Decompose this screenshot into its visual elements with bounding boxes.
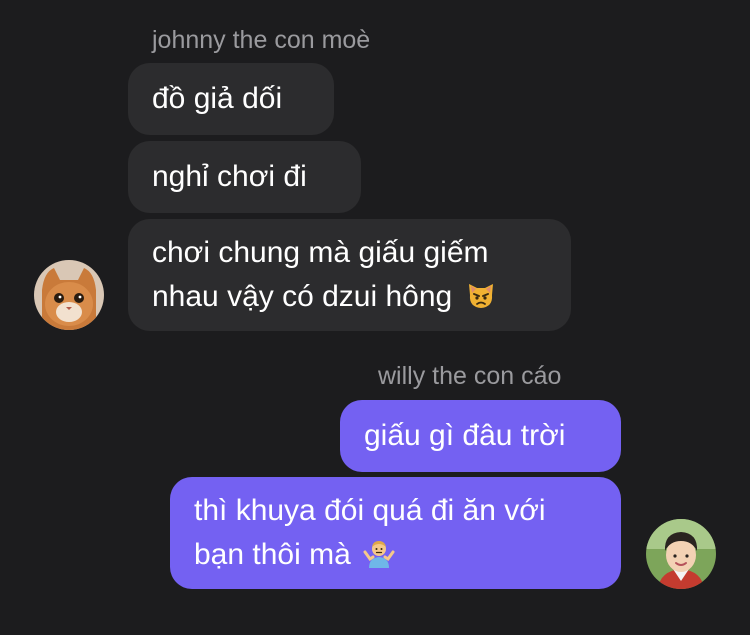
pouting-cat-emoji xyxy=(468,284,493,308)
message-text-line-2: bạn thôi mà xyxy=(194,538,351,571)
person-shrugging-emoji xyxy=(363,541,395,568)
sender-name-incoming: johnny the con moè xyxy=(152,26,371,54)
message-bubble-incoming-2[interactable]: nghỉ chơi đi xyxy=(128,141,361,213)
child-photo-avatar xyxy=(646,519,716,589)
avatar-outgoing[interactable] xyxy=(646,519,716,589)
message-bubble-outgoing-1[interactable]: giấu gì đâu trời xyxy=(340,400,621,472)
message-bubble-incoming-1[interactable]: đồ giả dối xyxy=(128,63,334,135)
message-text-line-1: thì khuya đói quá đi ăn với xyxy=(194,494,546,527)
message-text-line-1: chơi chung mà giấu giếm xyxy=(152,236,489,269)
message-text-line-2-wrap: nhau vậy có dzui hông xyxy=(152,275,497,319)
message-bubble-incoming-3[interactable]: chơi chung mà giấu giếm nhau vậy có dzui… xyxy=(128,219,571,331)
message-text: giấu gì đâu trời xyxy=(364,419,566,452)
message-text-line-2-wrap: bạn thôi mà xyxy=(194,533,546,577)
message-text: đồ giả dối xyxy=(152,82,283,115)
message-text: nghỉ chơi đi xyxy=(152,160,307,193)
orange-cat-avatar xyxy=(34,260,104,330)
message-bubble-outgoing-2[interactable]: thì khuya đói quá đi ăn với bạn thôi mà xyxy=(170,477,621,589)
message-text-line-2: nhau vậy có dzui hông xyxy=(152,280,453,313)
avatar-incoming[interactable] xyxy=(34,260,104,330)
sender-name-outgoing: willy the con cáo xyxy=(378,362,562,390)
